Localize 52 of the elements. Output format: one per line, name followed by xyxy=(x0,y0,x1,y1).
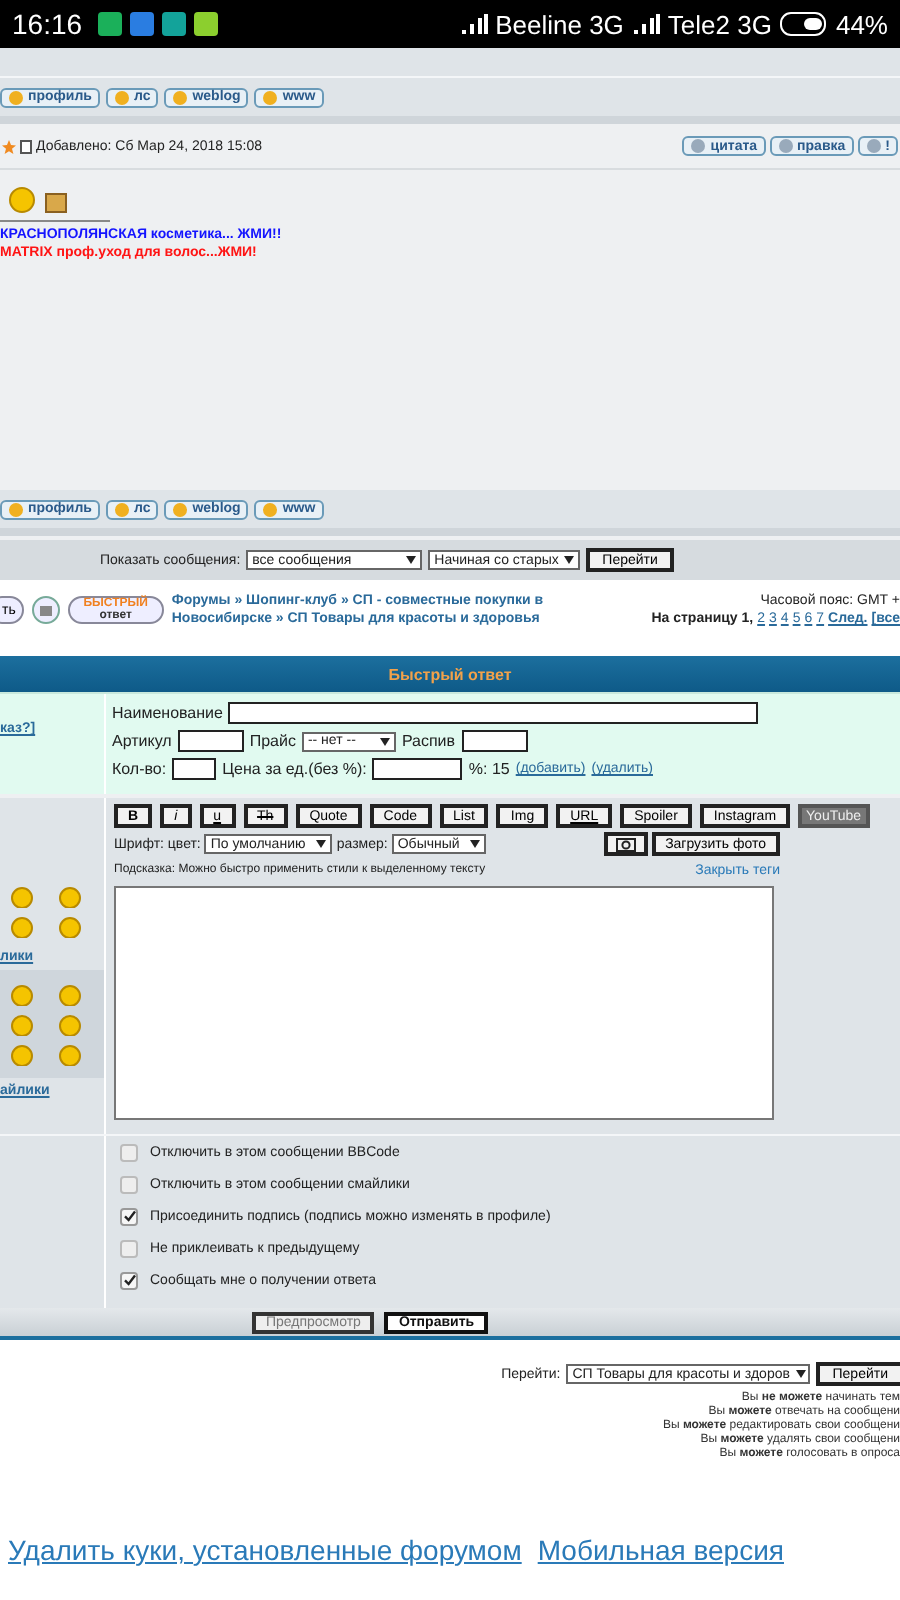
battery-percent: 44% xyxy=(835,9,888,39)
caret-icon xyxy=(564,556,575,564)
smiley-icon[interactable] xyxy=(8,982,36,1006)
smiley-icon[interactable] xyxy=(56,1042,84,1066)
name-field[interactable] xyxy=(228,702,759,724)
check-icon xyxy=(123,1210,135,1222)
field-label: Кол-во: xyxy=(112,760,167,778)
checkbox[interactable] xyxy=(120,1271,138,1289)
checkbox[interactable] xyxy=(120,1175,138,1193)
caret-icon xyxy=(379,737,390,745)
caret-icon xyxy=(316,840,327,848)
checkbox[interactable] xyxy=(120,1143,138,1161)
carrier-name: Tele2 3G xyxy=(667,9,772,39)
camera-button[interactable] xyxy=(603,832,648,856)
checkbox[interactable] xyxy=(120,1207,138,1225)
printer-icon[interactable] xyxy=(31,596,60,624)
star-icon xyxy=(2,139,16,153)
quick-reply-title: Быстрый ответ xyxy=(388,665,512,683)
smiley-icon[interactable] xyxy=(8,1012,36,1036)
caret-icon xyxy=(406,556,417,564)
caret-icon xyxy=(469,840,480,848)
field-label: Цена за ед.(без %): xyxy=(222,760,367,778)
article-field[interactable] xyxy=(177,730,244,752)
battery-icon xyxy=(779,12,828,36)
checkbox[interactable] xyxy=(120,1239,138,1257)
footer-link[interactable]: Мобильная версия xyxy=(537,1534,784,1568)
clock: 16:16 xyxy=(12,8,83,40)
field-label: Распив xyxy=(401,732,456,750)
carrier-name: Beeline 3G xyxy=(495,9,624,39)
box-icon xyxy=(44,190,68,214)
split-field[interactable] xyxy=(461,730,528,752)
smiley-icon[interactable] xyxy=(56,1012,84,1036)
smiley-icon[interactable] xyxy=(8,1042,36,1066)
smiley-icon[interactable] xyxy=(56,982,84,1006)
smiley-icon[interactable] xyxy=(8,884,36,908)
document-icon xyxy=(20,139,32,153)
field-label: Наименование xyxy=(112,704,223,722)
quantity-field[interactable] xyxy=(172,758,217,780)
smiley-icon[interactable] xyxy=(8,914,36,938)
signal-icon xyxy=(631,12,660,36)
smiley-icon[interactable] xyxy=(56,884,84,908)
percent-text: %: 15 xyxy=(468,760,510,778)
smiley-icon[interactable] xyxy=(56,914,84,938)
field-label: Артикул xyxy=(112,732,172,750)
unit-price-field[interactable] xyxy=(372,758,463,780)
camera-icon xyxy=(615,836,636,852)
footer-link[interactable]: Удалить куки, установленные форумом xyxy=(8,1534,522,1568)
message-textarea[interactable] xyxy=(114,886,774,1120)
caret-icon xyxy=(795,1370,806,1378)
signal-icon xyxy=(459,12,488,36)
field-label: Прайс xyxy=(249,732,296,750)
check-icon xyxy=(123,1274,135,1286)
